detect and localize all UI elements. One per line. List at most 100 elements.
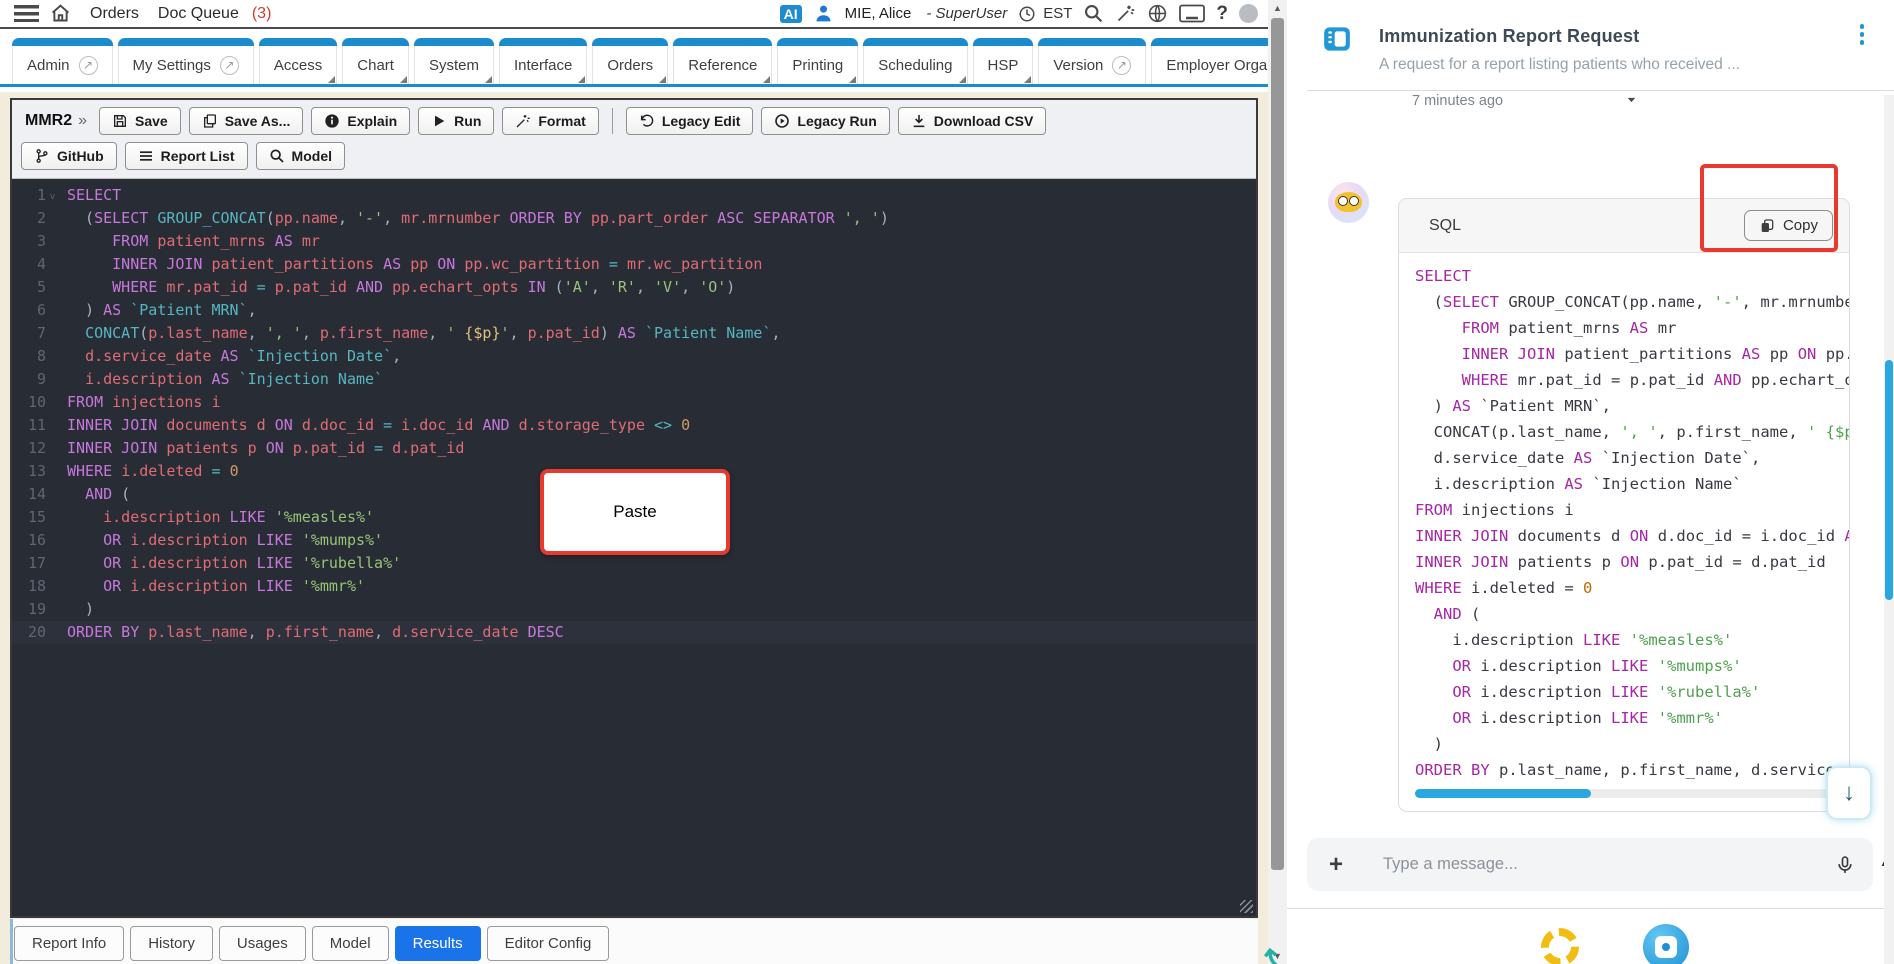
bottom-tab-editor-config[interactable]: Editor Config [486, 926, 610, 961]
attach-plus-button[interactable]: + [1329, 852, 1343, 877]
info-icon [324, 113, 340, 129]
snippet-line-7: CONCAT(p.last_name, ', ', p.first_name, … [1433, 423, 1849, 441]
report-list-button[interactable]: Report List [124, 142, 248, 170]
tab-system[interactable]: System [413, 38, 494, 84]
code-line-20: 20 ORDER BY p.last_name, p.first_name, d.… [12, 621, 1256, 644]
page-scrollbar[interactable]: ▲ ▼ [1268, 0, 1287, 964]
kebab-menu-icon[interactable] [1856, 24, 1868, 48]
sql-code-card: SQL Copy SELECT (SELECT GROUP_CONCAT(pp.… [1398, 198, 1850, 812]
menu-icon[interactable] [14, 5, 39, 22]
tab-version[interactable]: Version ↗ [1038, 38, 1147, 84]
snippet-line-1: SELECT [1415, 267, 1471, 285]
doc-queue-link[interactable]: Doc Queue [158, 5, 239, 23]
scrollbar-up-arrow[interactable]: ▲ [1268, 3, 1287, 13]
code-line-9: 9 i.description AS `Injection Name` [12, 368, 1256, 391]
code-line-8: 8 d.service_date AS `Injection Date`, [12, 345, 1256, 368]
explain-button[interactable]: Explain [311, 107, 411, 135]
editor-page: MMR2 » Save Save As... Explain Run Format Leg… [0, 92, 1268, 964]
main-app-pane: Orders Doc Queue (3) AI MIE, Alice - Sup… [0, 0, 1268, 964]
code-line-4: 4 INNER JOIN patient_partitions AS pp ON… [12, 253, 1256, 276]
search-icon[interactable] [1083, 3, 1104, 24]
snippet-line-17: OR i.description LIKE '%rubella%' [1452, 683, 1761, 701]
tab-interface[interactable]: Interface [498, 38, 588, 84]
orders-link[interactable]: Orders [90, 5, 139, 23]
fold-chevron-icon[interactable]: v [46, 184, 59, 207]
line-number: 9 [36, 370, 46, 388]
code-scroll-thumb[interactable] [1415, 789, 1591, 798]
tab-employer-organizations[interactable]: Employer Organizations↗ [1151, 38, 1268, 84]
avatar-circle[interactable] [1239, 4, 1258, 23]
bottom-tab-results[interactable]: Results [394, 926, 481, 961]
ai-badge[interactable]: AI [779, 4, 802, 23]
home-icon[interactable] [50, 3, 71, 24]
model-button[interactable]: Model [255, 142, 345, 170]
button-label: Run [454, 113, 482, 129]
button-label: Legacy Edit [661, 113, 741, 129]
wand-icon[interactable] [1115, 3, 1136, 24]
scrollbar-thumb[interactable] [1271, 18, 1284, 870]
external-link-icon[interactable]: ↗ [78, 55, 98, 75]
legacy-edit-button[interactable]: Legacy Edit [625, 107, 754, 135]
save-as-icon [202, 113, 218, 129]
copy-button[interactable]: Copy [1743, 210, 1833, 241]
code-line-6: 6 ) AS `Patient MRN`, [12, 299, 1256, 322]
save-as-button[interactable]: Save As... [188, 107, 304, 135]
tab-printing[interactable]: Printing [777, 38, 859, 84]
user-icon [813, 3, 834, 24]
github-button[interactable]: GitHub [21, 142, 117, 170]
legacy-run-button[interactable]: Legacy Run [761, 107, 890, 135]
message-input[interactable] [1383, 855, 1825, 874]
globe-icon[interactable] [1147, 3, 1168, 24]
undo-arrow-icon[interactable] [1262, 941, 1294, 964]
code-line-18: 18 OR i.description LIKE '%mmr%' [12, 575, 1256, 598]
download-csv-button[interactable]: Download CSV [897, 107, 1047, 135]
bottom-tab-usages[interactable]: Usages [218, 926, 306, 961]
snippet-line-20: ORDER BY p.last_name, p.first_name, d.se… [1415, 761, 1849, 779]
scroll-to-bottom-button[interactable]: ↓ [1826, 766, 1872, 820]
tab-access[interactable]: Access [258, 38, 338, 84]
git-icon [34, 148, 50, 164]
button-label: Save [135, 113, 168, 129]
chat-scrollbar[interactable] [1884, 95, 1894, 964]
tab-reference[interactable]: Reference [673, 38, 773, 84]
snippet-line-15: i.description LIKE '%measles%' [1452, 631, 1733, 649]
editor-bottom-tabs: Report Info History Usages Model Results Edit… [14, 926, 610, 961]
help-icon[interactable]: ? [1216, 3, 1228, 25]
chevron-right-icon[interactable]: » [78, 112, 87, 130]
save-button[interactable]: Save [99, 107, 181, 135]
tab-chart[interactable]: Chart [342, 38, 409, 84]
assistant-logo-icon[interactable] [1643, 924, 1689, 964]
bottom-tab-history[interactable]: History [130, 926, 213, 961]
tab-scheduling[interactable]: Scheduling [863, 38, 968, 84]
bottom-tab-model[interactable]: Model [311, 926, 389, 961]
line-number: 1 [36, 186, 46, 204]
keyboard-icon[interactable] [1179, 3, 1206, 24]
tab-orders[interactable]: Orders [592, 38, 669, 84]
code-horizontal-scrollbar[interactable] [1415, 789, 1833, 798]
bottom-tab-report-info[interactable]: Report Info [14, 926, 125, 961]
external-link-icon[interactable]: ↗ [1112, 55, 1132, 75]
line-number: 18 [27, 577, 46, 595]
message-input-bar: + [1307, 838, 1873, 891]
format-button[interactable]: Format [502, 107, 599, 135]
code-line-2: 2 (SELECT GROUP_CONCAT(pp.name, '-', mr.… [12, 207, 1256, 230]
line-number: 17 [27, 554, 46, 572]
run-button[interactable]: Run [418, 107, 495, 135]
user-name: MIE, Alice [844, 5, 912, 22]
tab-label: Scheduling [878, 56, 953, 74]
button-label: Save As... [224, 113, 291, 129]
resize-grip-icon[interactable] [1240, 900, 1253, 913]
tab-label: HSP [987, 56, 1019, 74]
tab-admin[interactable]: Admin ↗ [12, 38, 113, 84]
settings-gear-icon[interactable] [1541, 928, 1579, 964]
chat-scroll-thumb[interactable] [1885, 360, 1893, 600]
tab-hsp[interactable]: HSP [972, 38, 1034, 84]
tab-label: Chart [357, 56, 394, 74]
list-icon [138, 148, 154, 164]
microphone-icon[interactable] [1835, 855, 1855, 875]
tab-my-settings[interactable]: My Settings ↗ [117, 38, 254, 84]
snippet-line-14: AND ( [1433, 605, 1481, 623]
chevron-down-icon[interactable]: ▼ [1625, 95, 1638, 103]
paste-overlay-button[interactable]: Paste [540, 469, 730, 555]
external-link-icon[interactable]: ↗ [219, 55, 239, 75]
